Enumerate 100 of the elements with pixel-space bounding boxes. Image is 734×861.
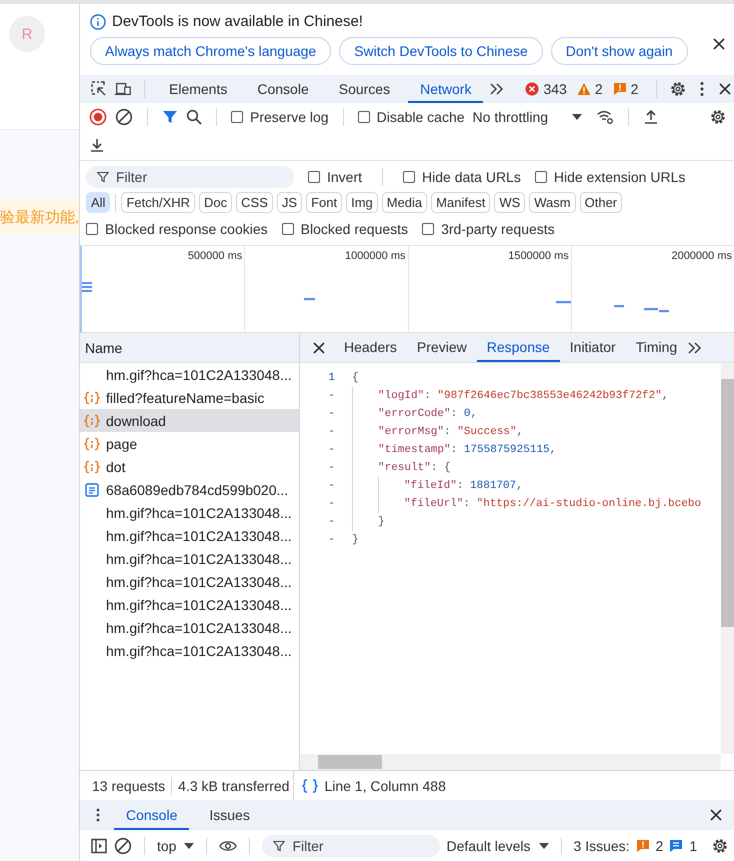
close-icon[interactable] [709,808,723,822]
log-levels-dropdown[interactable]: Default levels [446,838,549,854]
close-icon[interactable] [717,80,734,97]
code-line: "errorCode": 0, [378,408,478,420]
detail-tab[interactable]: Headers [334,333,407,362]
panel-tab[interactable]: Elements [157,74,240,103]
request-row[interactable]: hm.gif?hca=101C2A133048... [80,639,299,662]
type-filter-button[interactable]: Doc [199,192,232,214]
code-line: "result": { [378,462,451,474]
request-row[interactable]: hm.gif?hca=101C2A133048... [80,616,299,640]
checkbox[interactable]: Blocked response cookies [86,220,268,237]
code-line: "fileId": 1881707, [404,480,523,492]
type-filter-button[interactable]: CSS [236,192,273,214]
request-row[interactable]: hm.gif?hca=101C2A133048... [80,524,299,548]
checkbox[interactable]: Disable cache [358,108,465,125]
detail-tab[interactable]: Initiator [560,333,626,362]
json-file-icon [84,458,100,475]
type-filter-button[interactable]: JS [276,192,302,214]
warning-icon [576,82,591,96]
vertical-scrollbar[interactable] [721,363,734,754]
request-row[interactable]: download [80,409,299,432]
type-filter-button[interactable]: Other [580,192,622,214]
checkbox[interactable]: 3rd-party requests [422,220,555,237]
throttling-dropdown[interactable]: No throttling [472,108,582,125]
request-row[interactable]: hm.gif?hca=101C2A133048... [80,570,299,594]
search-icon[interactable] [186,108,202,125]
infobar-button[interactable]: Switch DevTools to Chinese [339,37,543,65]
filter-icon[interactable] [162,108,178,125]
line-number: - [327,390,336,402]
checkbox[interactable]: Preserve log [231,108,329,125]
type-filter-button[interactable]: Fetch/XHR [121,192,196,214]
sidebar-toggle-icon[interactable] [90,836,108,855]
issues-label[interactable]: 3 Issues: [574,838,630,854]
request-row[interactable]: filled?featureName=basic [80,386,299,410]
type-filter-button[interactable]: Manifest [431,192,490,214]
request-row[interactable]: hm.gif?hca=101C2A133048... [80,363,299,386]
type-filter-button[interactable]: Media [382,192,428,214]
settings-icon[interactable] [669,80,688,98]
timeline-tick-label: 500000 ms [188,250,242,264]
download-icon[interactable] [89,136,105,153]
horizontal-scrollbar[interactable] [300,754,721,770]
clear-icon[interactable] [115,108,133,126]
type-filter-button[interactable]: Wasm [529,192,576,214]
detail-tab[interactable]: Response [476,333,560,362]
pretty-print-icon[interactable] [302,778,318,794]
settings-icon[interactable] [709,108,727,126]
more-tabs-icon[interactable] [687,340,704,356]
request-count: 13 requests [92,778,166,794]
close-icon[interactable] [312,340,326,355]
close-icon[interactable] [711,36,727,52]
code-line: "logId": "987f2646ec7bc38553e46242b93f72f2", [378,390,668,402]
timeline-tick-label: 2000000 ms [671,250,732,264]
context-dropdown[interactable]: top [157,838,194,854]
checkbox[interactable]: Hide data URLs [403,168,521,185]
upload-icon[interactable] [643,108,660,125]
issue-icon [636,838,650,853]
type-filter-button[interactable]: WS [494,192,526,214]
checkbox[interactable]: Invert [308,168,362,185]
request-row[interactable]: hm.gif?hca=101C2A133048... [80,593,299,616]
caret-icon [184,842,194,850]
infobar-button[interactable]: Don't show again [550,37,688,65]
drawer-tab[interactable]: Issues [197,800,262,830]
code-line: } [378,516,385,528]
request-row[interactable]: dot [80,455,299,478]
warning-count[interactable]: 2 [594,80,603,97]
filter-field[interactable]: Filter [86,166,294,188]
checkbox[interactable]: Blocked requests [282,220,408,237]
caret-icon [538,842,549,850]
type-filter-button[interactable]: All [86,192,110,214]
code-line: } [352,534,359,546]
console-filter-field[interactable]: Filter [262,834,440,857]
detail-tab[interactable]: Timing [626,333,688,362]
line-number: - [327,462,336,474]
line-number: - [327,516,336,528]
caret-icon [572,112,582,121]
inspect-icon[interactable] [90,80,108,98]
checkbox[interactable]: Hide extension URLs [534,168,686,185]
settings-icon[interactable] [711,836,729,855]
request-row[interactable]: hm.gif?hca=101C2A133048... [80,547,299,570]
line-number: 1 [327,372,336,384]
code-line: { [352,372,359,384]
type-filter-button[interactable]: Img [346,192,378,214]
error-count[interactable]: 343 [543,80,567,97]
detail-tab[interactable]: Preview [406,333,477,362]
type-filter-button[interactable]: Font [306,192,342,214]
request-row[interactable]: page [80,432,299,456]
request-row[interactable]: hm.gif?hca=101C2A133048... [80,501,299,524]
clear-icon[interactable] [114,836,132,855]
panel-tab[interactable]: Console [245,74,321,103]
request-row[interactable]: 68a6089edb784cd599b020... [80,478,299,502]
drawer-tab[interactable]: Console [114,800,190,830]
code-line: "timestamp": 1755875925115, [378,444,556,456]
issue-count[interactable]: 2 [630,80,638,97]
more-tabs-icon[interactable] [489,80,506,97]
record-button-icon[interactable] [89,108,107,126]
infobar-button[interactable]: Always match Chrome's language [90,37,332,65]
line-number: - [327,534,336,546]
panel-tab[interactable]: Sources [326,74,402,103]
filter-icon [273,840,286,852]
column-header[interactable]: Name [85,340,122,356]
